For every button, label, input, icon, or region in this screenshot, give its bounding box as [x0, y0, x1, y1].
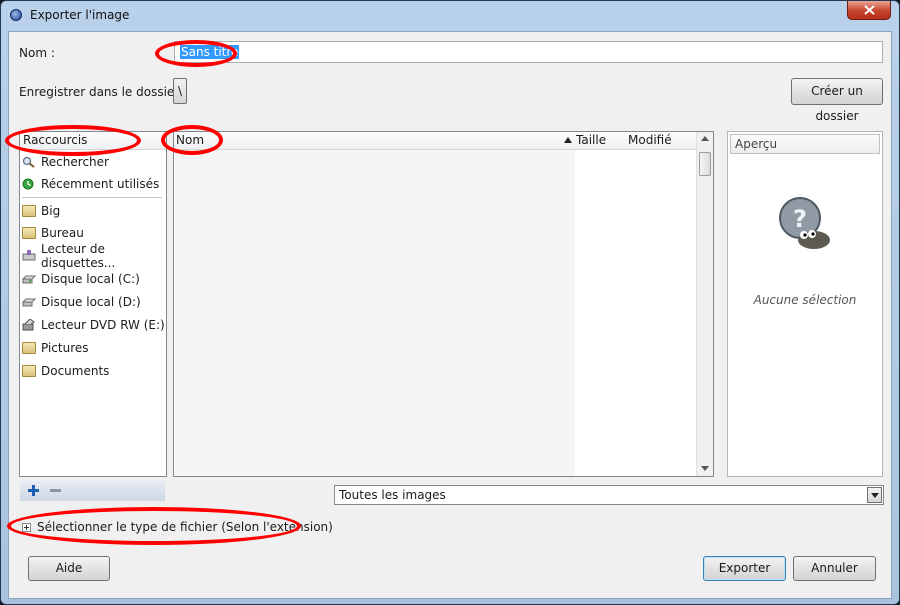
export-dialog-window: Exporter l'image Nom : Sans titre Enregi…	[0, 0, 900, 605]
save-folder-label: Enregistrer dans le dossier :	[19, 85, 188, 99]
shortcut-label: Disque local (C:)	[41, 272, 140, 286]
shortcut-label: Rechercher	[41, 155, 109, 169]
shortcut-label: Bureau	[41, 226, 84, 240]
floppy-drive-icon	[22, 250, 36, 262]
shortcut-label: Lecteur de disquettes...	[41, 242, 116, 270]
close-icon	[864, 5, 875, 15]
file-list-size-column	[575, 150, 695, 476]
preview-empty-text: Aucune sélection	[753, 293, 857, 307]
shortcut-label: Documents	[41, 364, 110, 378]
search-icon	[22, 156, 36, 168]
folder-icon	[22, 205, 36, 217]
scroll-down-icon	[701, 466, 709, 471]
shortcut-label: Disque local (D:)	[41, 295, 141, 309]
create-folder-button[interactable]: Créer un dossier	[791, 78, 883, 123]
path-root-button[interactable]: \	[173, 78, 187, 104]
add-bookmark-icon[interactable]	[28, 485, 39, 496]
window-title: Exporter l'image	[30, 8, 130, 22]
preview-header: Aperçu	[730, 134, 880, 154]
bookmark-toolbar	[20, 481, 165, 501]
shortcut-label: Pictures	[41, 341, 89, 355]
annotation-ring-name	[155, 40, 237, 67]
file-filter-value: Toutes les images	[339, 488, 446, 502]
file-list-panel: Nom Taille Modifié	[173, 131, 714, 477]
shortcut-floppy[interactable]: Lecteur de disquettes...	[22, 242, 166, 270]
file-list-scrollbar[interactable]	[696, 132, 713, 476]
hard-drive-icon	[21, 273, 37, 285]
dvd-drive-icon	[22, 318, 36, 331]
column-size[interactable]: Taille	[576, 133, 606, 147]
column-modified[interactable]: Modifié	[628, 133, 672, 147]
shortcut-disk-d[interactable]: Disque local (D:)	[21, 292, 141, 312]
shortcuts-separator	[22, 197, 162, 198]
folder-icon	[22, 342, 36, 354]
shortcut-bureau[interactable]: Bureau	[22, 223, 84, 243]
title-bar[interactable]: Exporter l'image	[1, 1, 899, 31]
name-label: Nom :	[19, 46, 55, 60]
shortcuts-panel: Raccourcis Rechercher Récemment utilisés…	[19, 131, 167, 477]
dropdown-arrow[interactable]	[867, 487, 882, 503]
svg-text:?: ?	[793, 205, 807, 233]
remove-bookmark-icon[interactable]	[50, 489, 61, 493]
shortcut-label: Lecteur DVD RW (E:)	[41, 318, 165, 332]
file-list-header: Nom Taille Modifié	[174, 132, 696, 150]
sort-ascending-icon	[564, 137, 572, 143]
close-button[interactable]	[847, 1, 891, 20]
no-preview-wilber-icon: ?	[779, 197, 830, 249]
shortcut-documents[interactable]: Documents	[22, 361, 109, 381]
folder-icon	[22, 365, 36, 377]
shortcut-label: Récemment utilisés	[41, 177, 160, 191]
shortcut-label: Big	[41, 204, 61, 218]
gimp-app-icon	[10, 9, 22, 21]
recent-icon	[22, 178, 36, 190]
annotation-ring-column-name	[161, 125, 223, 155]
scroll-thumb[interactable]	[699, 152, 711, 176]
shortcut-disk-c[interactable]: Disque local (C:)	[21, 269, 140, 289]
annotation-ring-filetype	[7, 507, 301, 545]
chevron-down-icon	[871, 493, 879, 498]
file-list-body[interactable]	[175, 150, 575, 476]
file-filter-dropdown[interactable]: Toutes les images	[334, 485, 884, 505]
hard-drive-icon	[21, 296, 37, 308]
export-button[interactable]: Exporter	[703, 556, 786, 581]
help-button[interactable]: Aide	[28, 556, 110, 581]
annotation-ring-shortcuts	[5, 125, 141, 156]
folder-icon	[22, 227, 36, 239]
scroll-up-icon	[701, 136, 709, 141]
preview-panel: Aperçu ? Aucune sélection	[727, 131, 883, 477]
shortcut-big[interactable]: Big	[22, 201, 60, 221]
shortcut-dvd[interactable]: Lecteur DVD RW (E:)	[22, 315, 165, 335]
name-field[interactable]: Sans titre	[174, 41, 883, 63]
cancel-button[interactable]: Annuler	[793, 556, 876, 581]
shortcut-recent[interactable]: Récemment utilisés	[22, 174, 159, 194]
shortcut-pictures[interactable]: Pictures	[22, 338, 89, 358]
